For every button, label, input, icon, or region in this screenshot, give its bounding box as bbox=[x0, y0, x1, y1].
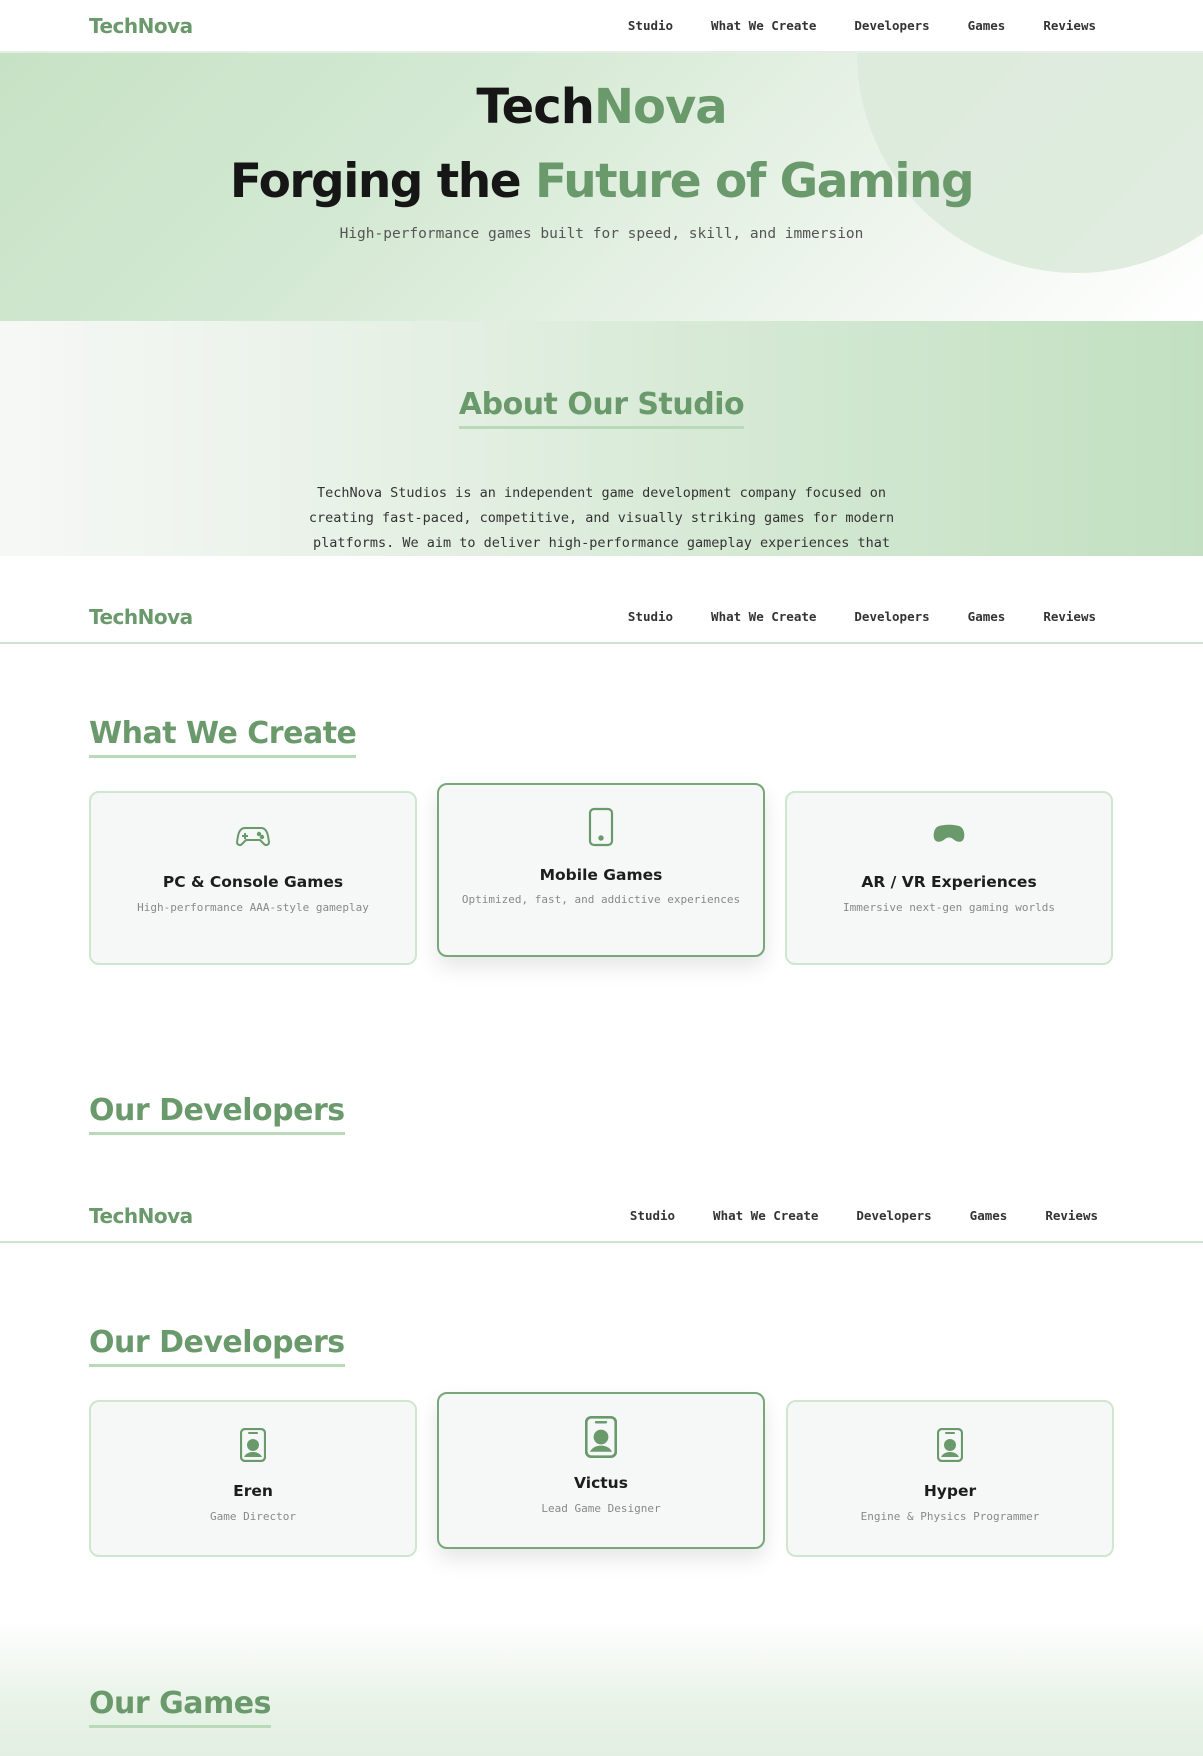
nav-link-studio[interactable]: Studio bbox=[630, 1208, 675, 1223]
developer-role: Engine & Physics Programmer bbox=[860, 1510, 1040, 1523]
vr-headset-icon bbox=[787, 821, 1111, 847]
nav-link-reviews[interactable]: Reviews bbox=[1043, 609, 1096, 624]
about-title: About Our Studio bbox=[458, 387, 745, 429]
nav-link-reviews[interactable]: Reviews bbox=[1043, 18, 1096, 33]
hero-subtitle: High-performance games built for speed, … bbox=[339, 226, 864, 242]
developers-title: Our Developers bbox=[89, 1093, 345, 1135]
games-title-wrap: Our Games bbox=[89, 1686, 271, 1728]
developer-name: Eren bbox=[233, 1482, 273, 1500]
about-title-wrap: About Our Studio bbox=[0, 387, 1203, 429]
create-card-mobile[interactable]: Mobile Games Optimized, fast, and addict… bbox=[437, 783, 765, 957]
create-card-title: Mobile Games bbox=[539, 866, 663, 884]
hero-headline: Forging the Future of Gaming bbox=[0, 154, 1203, 209]
create-card-pc-console[interactable]: PC & Console Games High-performance AAA-… bbox=[89, 791, 417, 965]
nav-link-games[interactable]: Games bbox=[968, 18, 1006, 33]
developer-card-hyper[interactable]: Hyper Engine & Physics Programmer bbox=[786, 1400, 1114, 1557]
nav-link-reviews[interactable]: Reviews bbox=[1045, 1208, 1098, 1223]
hero-brand-tech: Tech bbox=[476, 79, 595, 135]
nav-logo[interactable]: TechNova bbox=[89, 0, 193, 51]
hero-brand: TechNova bbox=[0, 79, 1203, 135]
hero-headline-accent: Future of Gaming bbox=[534, 154, 975, 209]
create-title-wrap: What We Create bbox=[89, 716, 357, 758]
nav-logo[interactable]: TechNova bbox=[89, 1190, 193, 1241]
gamepad-icon bbox=[91, 823, 415, 849]
nav-link-studio[interactable]: Studio bbox=[628, 609, 673, 624]
nav-link-what-we-create[interactable]: What We Create bbox=[711, 18, 816, 33]
nav-link-games[interactable]: Games bbox=[968, 609, 1006, 624]
sticky-nav: TechNova Studio What We Create Developer… bbox=[0, 591, 1203, 644]
developers-title-wrap: Our Developers bbox=[89, 1325, 345, 1367]
nav-link-what-we-create[interactable]: What We Create bbox=[713, 1208, 818, 1223]
nav-link-games[interactable]: Games bbox=[970, 1208, 1008, 1223]
nav-logo[interactable]: TechNova bbox=[89, 591, 193, 642]
nav-links: Studio What We Create Developers Games R… bbox=[630, 1190, 1098, 1241]
create-card-title: PC & Console Games bbox=[162, 873, 344, 891]
nav-link-developers[interactable]: Developers bbox=[856, 1208, 931, 1223]
nav-link-developers[interactable]: Developers bbox=[854, 18, 929, 33]
id-badge-icon bbox=[439, 1416, 763, 1458]
developer-name: Hyper bbox=[923, 1482, 977, 1500]
smartphone-icon bbox=[439, 807, 763, 847]
developer-role: Lead Game Designer bbox=[541, 1502, 661, 1515]
create-title: What We Create bbox=[89, 716, 357, 758]
sticky-nav: TechNova Studio What We Create Developer… bbox=[0, 1190, 1203, 1243]
developers-title: Our Developers bbox=[89, 1325, 345, 1367]
nav-links: Studio What We Create Developers Games R… bbox=[628, 591, 1096, 642]
developer-role: Game Director bbox=[209, 1510, 297, 1523]
id-badge-icon bbox=[788, 1428, 1112, 1462]
create-card-desc: Immersive next-gen gaming worlds bbox=[843, 901, 1055, 914]
nav-link-studio[interactable]: Studio bbox=[628, 18, 673, 33]
hero-headline-lead: Forging the bbox=[229, 154, 535, 209]
hero-section: TechNova Forging the Future of Gaming Hi… bbox=[0, 53, 1203, 321]
about-body: TechNova Studios is an independent game … bbox=[308, 485, 895, 551]
developer-card-eren[interactable]: Eren Game Director bbox=[89, 1400, 417, 1557]
nav-link-developers[interactable]: Developers bbox=[854, 609, 929, 624]
create-card-desc: High-performance AAA-style gameplay bbox=[137, 901, 369, 914]
hero-brand-nova: Nova bbox=[593, 79, 728, 135]
nav-link-what-we-create[interactable]: What We Create bbox=[711, 609, 816, 624]
nav-links: Studio What We Create Developers Games R… bbox=[628, 0, 1096, 51]
id-badge-icon bbox=[91, 1428, 415, 1462]
create-card-ar-vr[interactable]: AR / VR Experiences Immersive next-gen g… bbox=[785, 791, 1113, 965]
about-section: About Our Studio TechNova Studios is an … bbox=[0, 321, 1203, 556]
games-title: Our Games bbox=[89, 1686, 271, 1728]
create-card-desc: Optimized, fast, and addictive experienc… bbox=[461, 893, 741, 906]
create-card-title: AR / VR Experiences bbox=[861, 873, 1037, 891]
developer-name: Victus bbox=[574, 1474, 628, 1492]
developers-title-wrap: Our Developers bbox=[89, 1093, 345, 1135]
top-nav: TechNova Studio What We Create Developer… bbox=[0, 0, 1203, 53]
developer-card-victus[interactable]: Victus Lead Game Designer bbox=[437, 1392, 765, 1549]
